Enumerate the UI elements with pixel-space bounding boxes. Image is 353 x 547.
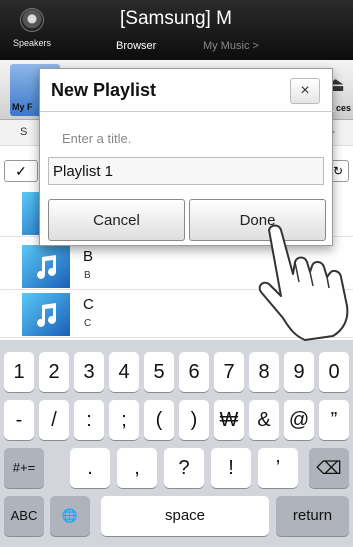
- key[interactable]: @: [284, 400, 314, 440]
- cancel-button[interactable]: Cancel: [48, 199, 185, 241]
- key[interactable]: 2: [39, 352, 69, 392]
- key[interactable]: .: [70, 448, 110, 488]
- item-subtitle: B: [84, 270, 91, 281]
- source-tab-label: My F: [12, 102, 33, 112]
- key[interactable]: !: [211, 448, 251, 488]
- keyboard-row-1: 1 2 3 4 5 6 7 8 9 0: [0, 352, 353, 392]
- select-all-checkbox[interactable]: ✓: [4, 160, 38, 182]
- key[interactable]: 3: [74, 352, 104, 392]
- item-title: C: [83, 296, 94, 313]
- key[interactable]: (: [144, 400, 174, 440]
- key[interactable]: 5: [144, 352, 174, 392]
- tab-my-music[interactable]: My Music >: [203, 40, 259, 52]
- key[interactable]: ;: [109, 400, 139, 440]
- key[interactable]: &: [249, 400, 279, 440]
- key[interactable]: ”: [319, 400, 349, 440]
- dialog-divider: [40, 111, 334, 112]
- speakers-label: Speakers: [12, 38, 52, 48]
- app-header: Speakers [Samsung] M Browser My Music >: [0, 0, 353, 60]
- key[interactable]: 7: [214, 352, 244, 392]
- delete-icon[interactable]: ⌫: [309, 448, 349, 488]
- key[interactable]: ’: [258, 448, 298, 488]
- key[interactable]: /: [39, 400, 69, 440]
- space-key[interactable]: space: [101, 496, 269, 536]
- music-note-icon: [22, 245, 70, 288]
- key[interactable]: 8: [249, 352, 279, 392]
- key[interactable]: :: [74, 400, 104, 440]
- on-screen-keyboard: 1 2 3 4 5 6 7 8 9 0 - / : ; ( ) ₩ & @ ” …: [0, 340, 353, 547]
- key[interactable]: 1: [4, 352, 34, 392]
- keyboard-row-4: ABC 🌐 space return: [0, 496, 353, 536]
- key[interactable]: ₩: [214, 400, 244, 440]
- key[interactable]: ?: [164, 448, 204, 488]
- speakers-button[interactable]: Speakers: [6, 6, 58, 54]
- return-key[interactable]: return: [276, 496, 349, 536]
- abc-key[interactable]: ABC: [4, 496, 44, 536]
- key[interactable]: 9: [284, 352, 314, 392]
- key[interactable]: ,: [117, 448, 157, 488]
- app-screen: Speakers [Samsung] M Browser My Music > …: [0, 0, 353, 547]
- globe-icon[interactable]: 🌐: [50, 496, 90, 536]
- page-title: [Samsung] M: [120, 8, 232, 29]
- sort-label[interactable]: S: [20, 126, 27, 138]
- pointing-hand-icon: [258, 224, 349, 341]
- keyboard-row-2: - / : ; ( ) ₩ & @ ”: [0, 400, 353, 440]
- music-note-icon: [22, 293, 70, 336]
- playlist-title-input[interactable]: [48, 157, 324, 185]
- keyboard-row-3: #+= . , ? ! ’ ⌫: [0, 448, 353, 488]
- devices-label: ces: [335, 103, 351, 113]
- close-icon[interactable]: ×: [290, 78, 320, 104]
- key[interactable]: 4: [109, 352, 139, 392]
- new-playlist-dialog: New Playlist × Enter a title. Cancel Don…: [39, 68, 334, 246]
- key[interactable]: -: [4, 400, 34, 440]
- tab-browser[interactable]: Browser: [116, 40, 156, 52]
- item-subtitle: C: [84, 318, 92, 329]
- speaker-icon: [20, 8, 44, 32]
- dialog-hint: Enter a title.: [62, 131, 132, 146]
- key[interactable]: 0: [319, 352, 349, 392]
- key[interactable]: ): [179, 400, 209, 440]
- key[interactable]: 6: [179, 352, 209, 392]
- item-title: B: [83, 248, 94, 265]
- dialog-title: New Playlist: [51, 80, 157, 100]
- symbols-key[interactable]: #+=: [4, 448, 44, 488]
